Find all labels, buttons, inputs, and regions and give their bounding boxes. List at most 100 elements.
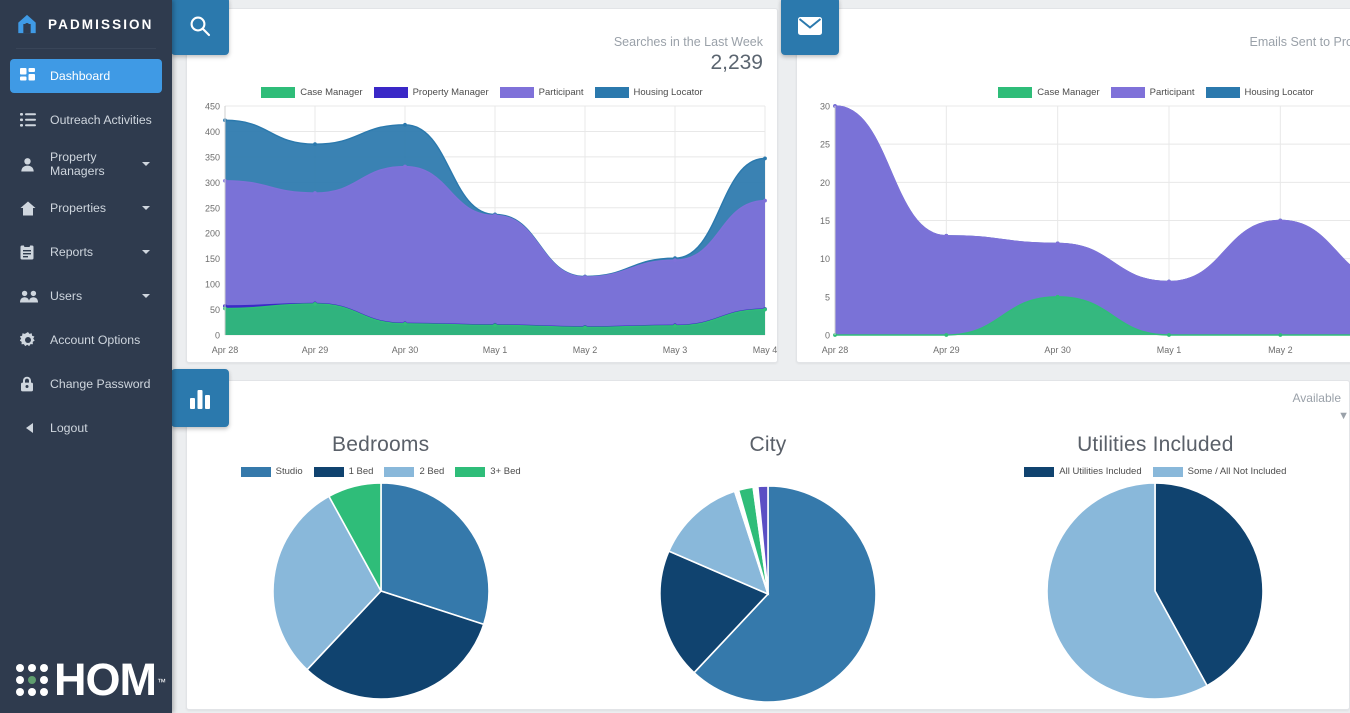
legend-swatch <box>261 87 296 98</box>
sidebar-item-property-managers[interactable]: Property Managers <box>10 147 162 181</box>
emails-card: Emails Sent to Property Managers in the … <box>781 0 1350 363</box>
person-icon <box>20 156 40 172</box>
legend-item[interactable]: 2 Bed <box>384 466 444 477</box>
svg-text:May 1: May 1 <box>483 345 508 355</box>
legend-item[interactable]: 3+ Bed <box>455 466 521 477</box>
svg-text:Apr 30: Apr 30 <box>1044 345 1071 355</box>
house-icon <box>16 13 38 35</box>
sidebar-item-change-password[interactable]: Change Password <box>10 367 162 401</box>
legend-item[interactable]: 1 Bed <box>313 466 374 477</box>
searches-card-title: Searches in the Last Week <box>613 35 763 49</box>
sidebar-item-account-options[interactable]: Account Options <box>10 323 162 357</box>
searches-card-value: 2,239 <box>710 51 763 74</box>
charts-row-bottom: Available ▼ Bedrooms Studio 1 Bed 2 Bed … <box>172 369 1350 710</box>
sidebar-item-label: Reports <box>50 245 94 259</box>
chevron-down-icon <box>142 250 150 254</box>
svg-text:5: 5 <box>825 292 830 302</box>
utilities-pie-block: Utilities Included All Utilities Include… <box>962 433 1349 708</box>
legend-item[interactable]: Participant <box>499 87 584 98</box>
legend-label: 1 Bed <box>348 466 374 477</box>
svg-text:300: 300 <box>205 178 220 188</box>
pies-card: Available ▼ Bedrooms Studio 1 Bed 2 Bed … <box>172 369 1350 710</box>
bedrooms-legend: Studio 1 Bed 2 Bed 3+ Bed <box>187 466 574 477</box>
legend-swatch <box>594 87 629 98</box>
sidebar-item-logout[interactable]: Logout <box>10 411 162 445</box>
sidebar-item-reports[interactable]: Reports <box>10 235 162 269</box>
bar-chart-icon-badge[interactable] <box>172 369 229 427</box>
legend-swatch <box>998 87 1033 98</box>
sidebar-item-outreach-activities[interactable]: Outreach Activities <box>10 103 162 137</box>
legend-item[interactable]: All Utilities Included <box>1024 466 1142 477</box>
svg-text:May 2: May 2 <box>573 345 598 355</box>
svg-text:Apr 30: Apr 30 <box>392 345 419 355</box>
city-pie-chart[interactable] <box>574 484 961 708</box>
searches-card: Searches in the Last Week 2,239 Case Man… <box>172 0 778 363</box>
bar-chart-icon <box>190 390 210 409</box>
searches-area-chart[interactable]: 0 50 100 150 200 250 300 350 400 450 Apr 28 Apr 29 A… <box>187 98 777 363</box>
svg-text:30: 30 <box>820 102 830 112</box>
legend-label: 2 Bed <box>419 466 445 477</box>
utilities-legend: All Utilities Included Some / All Not In… <box>962 466 1349 477</box>
sidebar-divider <box>16 48 156 49</box>
legend-item[interactable]: Studio <box>240 466 303 477</box>
sidebar-item-users[interactable]: Users <box>10 279 162 313</box>
chevron-down-icon <box>142 294 150 298</box>
legend-item[interactable]: Participant <box>1110 87 1195 98</box>
searches-legend: Case Manager Property Manager Participan… <box>187 87 777 98</box>
hom-wordmark: HOM ™ <box>54 657 166 702</box>
sidebar-nav: Dashboard Outreach Activities Property M… <box>0 59 172 445</box>
svg-text:May 3: May 3 <box>663 345 688 355</box>
svg-text:10: 10 <box>820 254 830 264</box>
legend-swatch <box>455 466 486 477</box>
hom-logo: HOM ™ <box>0 657 172 702</box>
sidebar-item-label: Users <box>50 289 83 303</box>
legend-item[interactable]: Housing Locator <box>594 87 703 98</box>
chevron-down-icon[interactable]: ▼ <box>1338 410 1349 422</box>
legend-swatch <box>313 466 344 477</box>
pie-title: Bedrooms <box>332 433 430 456</box>
brand[interactable]: PADMISSION <box>0 0 172 48</box>
sidebar-item-label: Property Managers <box>50 150 105 178</box>
svg-text:0: 0 <box>215 331 220 341</box>
svg-text:25: 25 <box>820 140 830 150</box>
bedrooms-pie-chart[interactable] <box>187 481 574 705</box>
legend-swatch <box>240 466 271 477</box>
bedrooms-pie-block: Bedrooms Studio 1 Bed 2 Bed 3+ Bed <box>187 433 574 708</box>
svg-text:15: 15 <box>820 216 830 226</box>
city-pie-block: City <box>574 433 961 708</box>
search-icon-badge[interactable] <box>172 0 229 55</box>
legend-label: Housing Locator <box>1244 87 1314 98</box>
legend-item[interactable]: Property Manager <box>373 87 489 98</box>
legend-item[interactable]: Case Manager <box>261 87 363 98</box>
legend-label: Case Manager <box>1037 87 1100 98</box>
dot-grid-icon <box>16 664 48 696</box>
legend-label: Participant <box>1149 87 1195 98</box>
list-icon <box>20 112 40 128</box>
home-icon <box>20 200 40 216</box>
utilities-pie-chart[interactable] <box>962 481 1349 705</box>
legend-swatch <box>384 466 415 477</box>
app-root: PADMISSION Dashboard Outreach Activities… <box>0 0 1350 713</box>
legend-item[interactable]: Case Manager <box>998 87 1100 98</box>
legend-item[interactable]: Housing Locator <box>1205 87 1314 98</box>
svg-text:250: 250 <box>205 203 220 213</box>
lock-icon <box>20 376 40 392</box>
legend-label: Some / All Not Included <box>1187 466 1287 477</box>
emails-area-chart[interactable]: 0 5 10 15 20 25 30 Apr 28 Apr 29 Apr 30 May 1 May 2… <box>797 98 1350 363</box>
hom-text: HOM <box>54 654 157 705</box>
legend-item[interactable]: Some / All Not Included <box>1152 466 1287 477</box>
available-label: Available <box>1292 391 1341 405</box>
legend-swatch <box>499 87 534 98</box>
city-legend <box>574 466 961 480</box>
chevron-left-icon <box>20 420 40 436</box>
svg-text:May 1: May 1 <box>1157 345 1182 355</box>
sidebar-item-dashboard[interactable]: Dashboard <box>10 59 162 93</box>
svg-text:Apr 29: Apr 29 <box>933 345 960 355</box>
legend-label: 3+ Bed <box>490 466 521 477</box>
legend-label: Participant <box>538 87 584 98</box>
pie-title: City <box>749 433 787 456</box>
envelope-icon-badge[interactable] <box>781 0 839 55</box>
svg-text:Apr 28: Apr 28 <box>212 345 239 355</box>
sidebar-item-properties[interactable]: Properties <box>10 191 162 225</box>
legend-swatch <box>373 87 408 98</box>
